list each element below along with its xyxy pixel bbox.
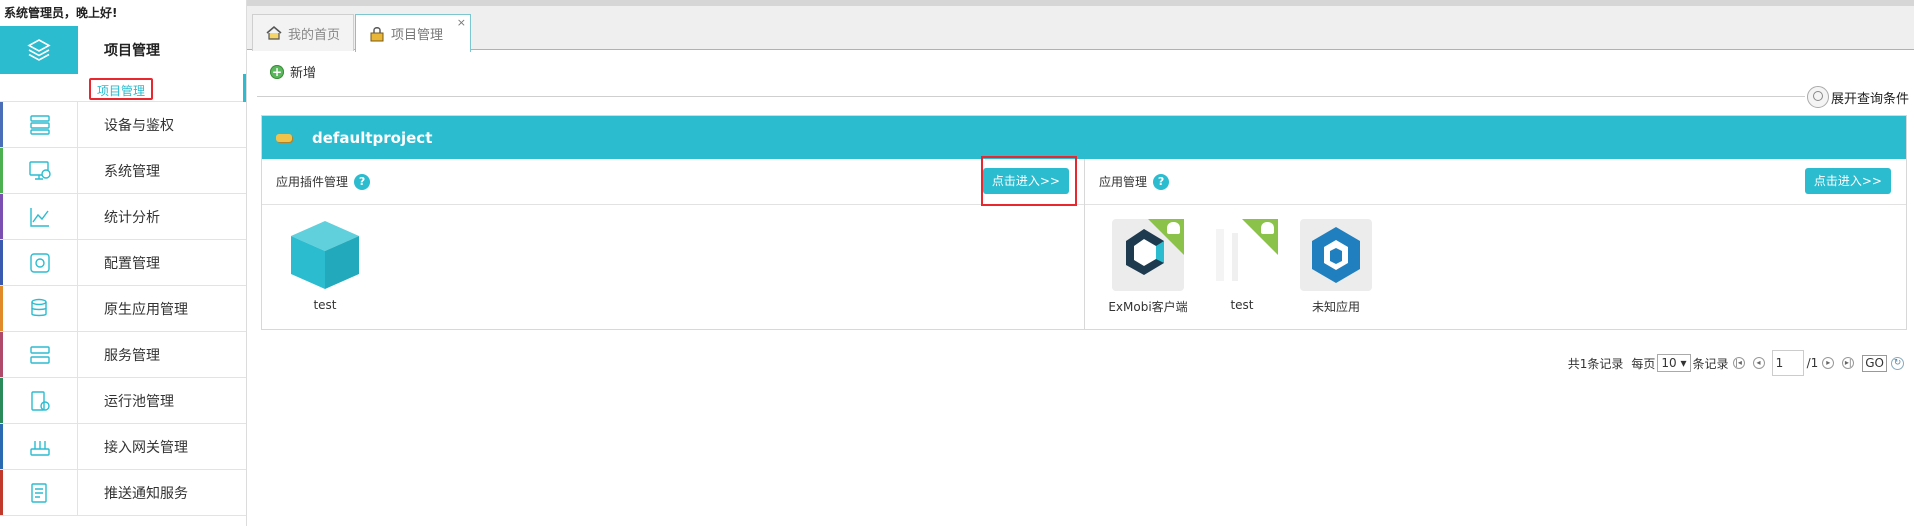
section-header: 应用管理 ?: [1085, 159, 1906, 205]
router-icon: [0, 424, 78, 469]
android-icon: [1261, 222, 1274, 234]
active-indicator: [243, 74, 246, 102]
help-icon[interactable]: ?: [1153, 173, 1170, 190]
database-icon: [0, 286, 78, 331]
pool-icon: [0, 378, 78, 423]
home-icon: [265, 24, 283, 42]
project-name: defaultproject: [312, 128, 433, 147]
sidebar-item-config[interactable]: 配置管理: [0, 240, 246, 286]
sidebar-item-gateway[interactable]: 接入网关管理: [0, 424, 246, 470]
app-item[interactable]: ExMobi客户端: [1103, 219, 1193, 315]
exmobi-icon: [1112, 219, 1184, 291]
sidebar-item-device-auth[interactable]: 设备与鉴权: [0, 102, 246, 148]
tab-label: 我的首页: [288, 27, 341, 43]
app-name: 未知应用: [1311, 300, 1360, 314]
project-panel: defaultproject 应用插件管理 ? 点击进入>> test 应用管理…: [261, 115, 1907, 330]
app-name: test: [313, 298, 337, 312]
enter-plugin-button[interactable]: 点击进入>>: [982, 168, 1069, 194]
sidebar-item-system-management[interactable]: 系统管理: [0, 148, 246, 194]
sidebar-item-statistics[interactable]: 统计分析: [0, 194, 246, 240]
sidebar-item-label: 推送通知服务: [104, 485, 188, 502]
android-icon: [1167, 222, 1180, 234]
app-item[interactable]: test: [280, 219, 370, 312]
last-page-icon[interactable]: ▸|: [1842, 357, 1855, 369]
per-page-select[interactable]: 10 ▾: [1657, 354, 1691, 372]
sidebar-item-label: 运行池管理: [104, 393, 174, 410]
enter-app-button[interactable]: 点击进入>>: [1804, 168, 1891, 194]
total-records: 共1条记录: [1567, 356, 1624, 371]
sidebar-item-label: 设备与鉴权: [104, 117, 174, 134]
toolbar: + 新增: [247, 50, 1914, 88]
sidebar-subitem-project-management[interactable]: 项目管理: [0, 74, 246, 102]
sidebar-item-service[interactable]: 服务管理: [0, 332, 246, 378]
first-page-icon[interactable]: |◂: [1732, 357, 1745, 369]
prev-page-icon[interactable]: ◂: [1752, 357, 1765, 369]
sidebar-item-label: 原生应用管理: [104, 301, 188, 318]
magnifier-icon: [1806, 86, 1829, 108]
app-name: test: [1230, 298, 1254, 312]
app-item[interactable]: 未知应用: [1291, 219, 1381, 315]
pagination: 共1条记录 每页 10 ▾ 条记录 |◂ ◂ 1 /1 ▸ ▸| GO ↻: [1568, 350, 1904, 376]
sidebar-item-native-app[interactable]: 原生应用管理: [0, 286, 246, 332]
plus-icon: +: [270, 64, 284, 79]
page-number-input[interactable]: 1: [1771, 350, 1804, 376]
sidebar-item-label: 接入网关管理: [104, 439, 188, 456]
per-page-value: 10: [1661, 356, 1677, 370]
sidebar-item-label: 项目管理: [104, 43, 160, 59]
sidebar-item-label: 统计分析: [104, 209, 160, 226]
section-title: 应用插件管理: [276, 175, 349, 189]
refresh-icon[interactable]: ↻: [1891, 356, 1904, 370]
blank-app-icon: [1206, 219, 1278, 291]
sidebar-item-label: 系统管理: [104, 163, 160, 180]
sidebar-subitem-label[interactable]: 项目管理: [89, 78, 154, 100]
help-icon[interactable]: ?: [354, 173, 371, 190]
folder-icon: [276, 133, 292, 142]
app-management-section: 应用管理 ? 点击进入>> ExMobi客户端 test 未知应用: [1085, 159, 1906, 329]
go-button[interactable]: GO: [1862, 354, 1887, 372]
expand-search-button[interactable]: 展开查询条件: [1804, 86, 1909, 108]
cube-icon: [289, 219, 361, 291]
total-pages: /1: [1806, 356, 1819, 370]
sidebar-item-push[interactable]: 推送通知服务: [0, 470, 246, 516]
per-page-prefix: 每页: [1631, 356, 1656, 371]
greeting-text: 系统管理员，晚上好!: [4, 6, 118, 20]
next-page-icon[interactable]: ▸: [1822, 357, 1835, 369]
divider: [257, 96, 1904, 97]
tab-home[interactable]: 我的首页: [252, 14, 354, 51]
tab-project-management[interactable]: 项目管理 ×: [355, 14, 471, 52]
add-button[interactable]: + 新增: [270, 62, 316, 81]
notification-icon: [0, 470, 78, 515]
sidebar: 系统管理员，晚上好! 项目管理 项目管理 设备与鉴权 系统管理 统计分析 配置管…: [0, 0, 247, 526]
per-page-suffix: 条记录: [1692, 356, 1729, 371]
sidebar-item-project-management[interactable]: 项目管理: [0, 26, 246, 74]
section-header: 应用插件管理 ?: [262, 159, 1084, 205]
gear-icon: [0, 240, 78, 285]
services-icon: [0, 332, 78, 377]
monitor-icon: [0, 148, 78, 193]
app-name: ExMobi客户端: [1108, 300, 1188, 314]
app-item[interactable]: test: [1197, 219, 1287, 312]
expand-search-label: 展开查询条件: [1830, 91, 1909, 107]
sidebar-item-label: 配置管理: [104, 255, 160, 272]
chart-icon: [0, 194, 78, 239]
project-header: defaultproject: [262, 116, 1906, 159]
plugin-management-section: 应用插件管理 ? 点击进入>> test: [262, 156, 1085, 329]
tab-bar: 我的首页 项目管理 ×: [247, 6, 1914, 52]
section-title: 应用管理: [1099, 175, 1148, 189]
close-icon[interactable]: ×: [457, 17, 466, 29]
server-icon: [0, 102, 78, 147]
layers-icon: [0, 26, 78, 74]
sidebar-item-label: 服务管理: [104, 347, 160, 364]
add-button-label: 新增: [290, 66, 317, 81]
sidebar-item-pool[interactable]: 运行池管理: [0, 378, 246, 424]
main-area: 我的首页 项目管理 × + 新增 展开查询条件 defaultproject 应…: [247, 0, 1914, 526]
tab-label: 项目管理: [391, 28, 444, 43]
unknown-app-icon: [1300, 219, 1372, 291]
lock-icon: [368, 25, 386, 43]
